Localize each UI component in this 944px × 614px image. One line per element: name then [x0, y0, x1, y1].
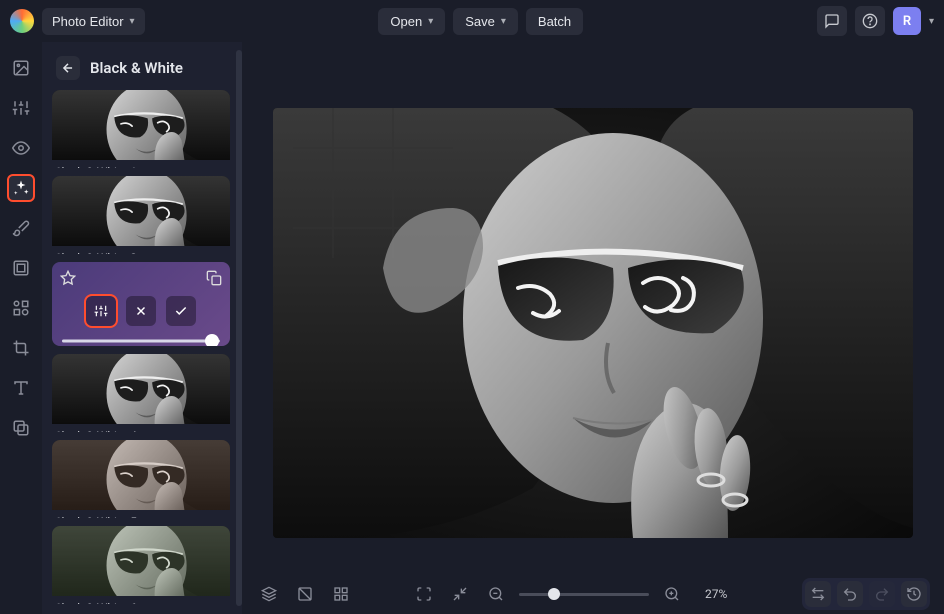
- panel-title: Black & White: [90, 59, 183, 77]
- preset-thumbnail: [52, 90, 230, 160]
- crop-icon[interactable]: [7, 334, 35, 362]
- intensity-slider[interactable]: [60, 334, 222, 346]
- adjust-icon[interactable]: [7, 94, 35, 122]
- grid-icon[interactable]: [328, 581, 354, 607]
- star-icon[interactable]: [60, 270, 76, 286]
- open-button[interactable]: Open ▾: [378, 8, 445, 35]
- canvas-area: 27%: [242, 42, 944, 614]
- fullscreen-icon[interactable]: [411, 581, 437, 607]
- mode-label: Photo Editor: [52, 14, 124, 29]
- canvas[interactable]: [242, 42, 944, 574]
- top-bar: Photo Editor ▾ Open ▾ Save ▾ Batch R ▾: [0, 0, 944, 42]
- preset-thumbnail: [52, 176, 230, 246]
- zoom-out-icon[interactable]: [483, 581, 509, 607]
- preset-item[interactable]: Black & White 6: [52, 526, 230, 604]
- preset-label: Black & White 4: [52, 424, 230, 432]
- preset-thumbnail: [52, 526, 230, 596]
- comment-icon[interactable]: [817, 6, 847, 36]
- photo-preview: [273, 108, 913, 538]
- preset-thumbnail: [52, 440, 230, 510]
- cancel-icon[interactable]: [126, 296, 156, 326]
- preset-thumbnail: [52, 354, 230, 424]
- mask-icon[interactable]: [292, 581, 318, 607]
- filter-panel: Black & White Black & White 1 Black & Wh…: [42, 42, 242, 614]
- redo-icon[interactable]: [869, 581, 895, 607]
- preset-list: Black & White 1 Black & White 2: [52, 90, 242, 604]
- batch-button[interactable]: Batch: [526, 8, 583, 35]
- elements-icon[interactable]: [7, 294, 35, 322]
- history-icon[interactable]: [901, 581, 927, 607]
- zoom-slider[interactable]: [519, 593, 649, 596]
- brush-icon[interactable]: [7, 214, 35, 242]
- zoom-label: 27%: [705, 587, 745, 601]
- avatar-initial: R: [903, 14, 911, 29]
- preset-item[interactable]: Black & White 5: [52, 440, 230, 518]
- overlay-icon[interactable]: [7, 414, 35, 442]
- app-logo[interactable]: [10, 9, 34, 33]
- eye-icon[interactable]: [7, 134, 35, 162]
- preset-label: Black & White 1: [52, 160, 230, 168]
- preset-item[interactable]: Black & White 4: [52, 354, 230, 432]
- user-avatar[interactable]: R: [893, 7, 921, 35]
- preset-item[interactable]: Black & White 1: [52, 90, 230, 168]
- tool-rail: [0, 42, 42, 614]
- copy-icon[interactable]: [206, 270, 222, 286]
- chevron-down-icon: ▾: [130, 16, 135, 27]
- preset-item[interactable]: Black & White 2: [52, 176, 230, 254]
- chevron-down-icon: ▾: [501, 16, 506, 27]
- text-icon[interactable]: [7, 374, 35, 402]
- open-label: Open: [390, 14, 422, 29]
- bottom-bar: 27%: [242, 574, 944, 614]
- batch-label: Batch: [538, 14, 571, 29]
- zoom-in-icon[interactable]: [659, 581, 685, 607]
- sparkle-icon[interactable]: [7, 174, 35, 202]
- compare-icon[interactable]: [805, 581, 831, 607]
- help-icon[interactable]: [855, 6, 885, 36]
- confirm-icon[interactable]: [166, 296, 196, 326]
- chevron-down-icon: ▾: [428, 16, 433, 27]
- mode-dropdown[interactable]: Photo Editor ▾: [42, 8, 145, 35]
- preset-label: Black & White 5: [52, 510, 230, 518]
- preset-label: Black & White 2: [52, 246, 230, 254]
- zoom-slider-thumb[interactable]: [548, 588, 560, 600]
- layers-icon[interactable]: [256, 581, 282, 607]
- back-button[interactable]: [56, 56, 80, 80]
- undo-icon[interactable]: [837, 581, 863, 607]
- preset-item[interactable]: [52, 262, 230, 346]
- image-icon[interactable]: [7, 54, 35, 82]
- tune-icon[interactable]: [86, 296, 116, 326]
- frame-icon[interactable]: [7, 254, 35, 282]
- preset-label: Black & White 6: [52, 596, 230, 604]
- fit-icon[interactable]: [447, 581, 473, 607]
- chevron-down-icon[interactable]: ▾: [929, 16, 934, 27]
- save-button[interactable]: Save ▾: [453, 8, 518, 35]
- save-label: Save: [465, 14, 495, 29]
